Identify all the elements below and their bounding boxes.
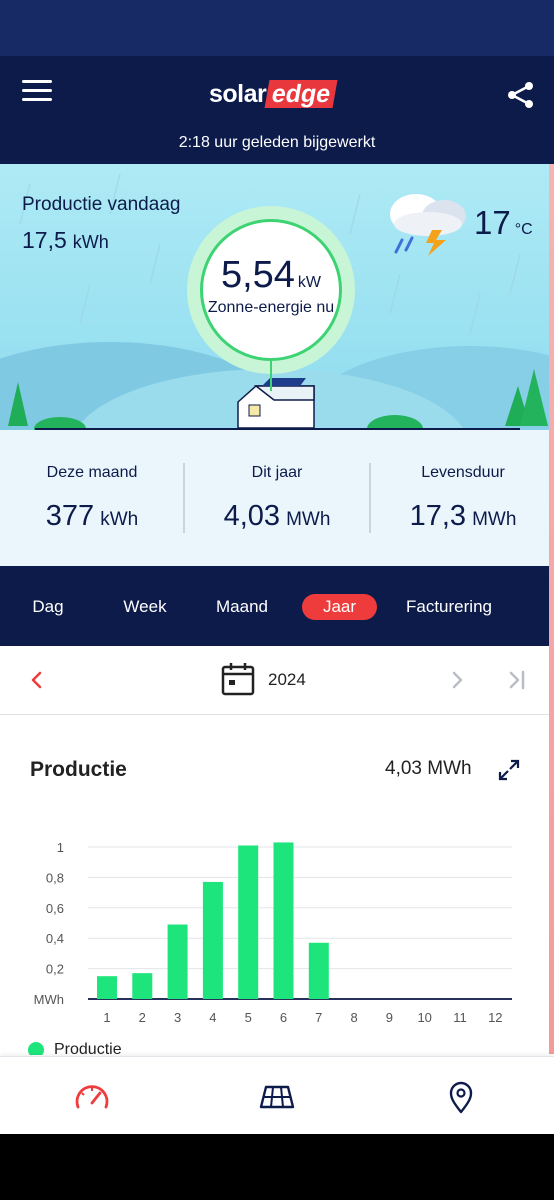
x-tick-label: 3 <box>174 1010 181 1025</box>
legend-marker <box>28 1042 44 1055</box>
x-tick-label: 7 <box>315 1010 322 1025</box>
total-unit: kWh <box>100 509 139 530</box>
logo-text-solar: solar <box>209 79 267 108</box>
production-bar-chart: MWh0,20,40,60,811 2 3 4 5 6 7 8 9 10 11 12 <box>34 840 512 1025</box>
solar-panel-icon[interactable] <box>257 1079 297 1115</box>
total-label: Dit jaar <box>251 464 303 481</box>
production-hero: Productie vandaag 17,5 kWh 5,54 kW Zonne-e… <box>0 164 554 430</box>
power-stem <box>270 361 272 391</box>
x-tick-label: 8 <box>350 1010 357 1025</box>
menu-icon-line <box>22 80 52 83</box>
thunderstorm-rain-icon <box>390 194 466 256</box>
selected-year[interactable]: 2024 <box>268 670 306 690</box>
chart-bar <box>202 881 223 999</box>
chevron-right-icon <box>452 671 463 689</box>
tab-week[interactable]: Week <box>112 594 178 620</box>
total-label: Levensduur <box>421 464 505 481</box>
current-power-value: 5,54 kW <box>203 254 339 297</box>
temperature: 17 °C <box>474 204 533 242</box>
x-tick-label: 6 <box>280 1010 287 1025</box>
expand-icon[interactable] <box>497 758 521 782</box>
solaredge-logo: solar edge <box>209 78 339 110</box>
x-tick-label: 1 <box>103 1010 110 1025</box>
x-tick-label: 12 <box>488 1010 502 1025</box>
tab-billing[interactable]: Facturering <box>396 594 502 620</box>
production-today-value: 17,5 kWh <box>22 227 109 254</box>
current-power-number: 5,54 <box>220 254 295 296</box>
x-tick-label: 5 <box>245 1010 252 1025</box>
y-tick-label: 0,2 <box>46 962 64 977</box>
menu-icon-line <box>22 89 52 92</box>
total-label: Deze maand <box>46 464 138 481</box>
current-power-unit: kW <box>297 274 322 291</box>
current-power-gauge[interactable]: 5,54 kW Zonne-energie nu <box>200 219 342 361</box>
last-updated-text: 2:18 uur geleden bijgewerkt <box>178 134 376 151</box>
chart-bar <box>132 973 153 999</box>
production-today-label: Productie vandaag <box>22 194 181 215</box>
current-power-label: Zonne-energie nu <box>207 299 335 316</box>
x-tick-label: 10 <box>417 1010 431 1025</box>
share-icon[interactable] <box>506 80 536 110</box>
production-today-unit: kWh <box>72 232 109 252</box>
bottom-navigation <box>0 1056 554 1135</box>
chart-bar <box>238 845 259 999</box>
x-tick-label: 2 <box>139 1010 146 1025</box>
system-navigation-bar <box>0 1134 554 1200</box>
skip-to-last-icon <box>509 670 525 690</box>
chevron-left-icon[interactable] <box>24 666 50 694</box>
location-pin-icon[interactable] <box>441 1079 481 1115</box>
y-tick-label: MWh <box>34 992 64 1007</box>
total-value: 17,3 MWh <box>371 500 554 533</box>
total-unit: MWh <box>286 509 331 530</box>
y-tick-label: 0,8 <box>46 870 64 885</box>
tab-day[interactable]: Dag <box>18 594 78 620</box>
chart-bar <box>273 842 294 999</box>
chart-bar <box>308 942 329 999</box>
total-value: 4,03 MWh <box>185 500 369 533</box>
x-tick-label: 11 <box>453 1010 467 1025</box>
production-chart-card: Productie 4,03 MWh MWh 0,2 0,4 0,6 0,8 1 1 2 3 4 5… <box>0 715 554 1055</box>
y-tick-label: 1 <box>57 840 64 855</box>
logo-text-edge: edge <box>264 80 339 108</box>
total-this-month: Deze maand 377 kWh <box>0 430 184 566</box>
y-tick-label: 0,4 <box>46 931 64 946</box>
gauge-icon[interactable] <box>72 1079 112 1115</box>
chart-total: 4,03 MWh <box>385 758 472 779</box>
energy-totals: Deze maand 377 kWh Dit jaar 4,03 MWh Leven… <box>0 430 554 566</box>
temperature-value: 17 <box>474 204 511 241</box>
total-lifetime: Levensduur 17,3 MWh <box>371 430 554 566</box>
x-tick-label: 9 <box>386 1010 393 1025</box>
period-tabs: Dag Week Maand Jaar Facturering <box>0 566 554 646</box>
y-tick-label: 0,6 <box>46 901 64 916</box>
calendar-icon[interactable] <box>221 662 255 696</box>
chart-bar <box>167 924 188 999</box>
total-this-year: Dit jaar 4,03 MWh <box>185 430 369 566</box>
total-value: 377 kWh <box>0 500 184 533</box>
app-header: solar edge 2:18 uur geleden bijgewerkt <box>0 56 554 164</box>
total-unit: MWh <box>472 509 517 530</box>
total-number: 4,03 <box>223 500 281 532</box>
legend-label: Productie <box>54 1041 122 1055</box>
x-tick-label: 4 <box>209 1010 216 1025</box>
temperature-unit: °C <box>514 221 533 238</box>
status-bar <box>0 0 554 56</box>
tab-year[interactable]: Jaar <box>302 594 377 620</box>
tab-month[interactable]: Maand <box>206 594 278 620</box>
menu-icon-line <box>22 98 52 101</box>
chart-legend: Productie <box>28 1041 122 1055</box>
production-today-number: 17,5 <box>22 227 67 253</box>
scroll-indicator <box>549 164 554 1054</box>
chart-bar <box>97 976 117 999</box>
total-number: 377 <box>45 500 95 532</box>
total-number: 17,3 <box>409 500 467 532</box>
chart-title: Productie <box>30 758 127 781</box>
date-navigator: 2024 <box>0 646 554 715</box>
menu-button[interactable] <box>22 80 52 106</box>
